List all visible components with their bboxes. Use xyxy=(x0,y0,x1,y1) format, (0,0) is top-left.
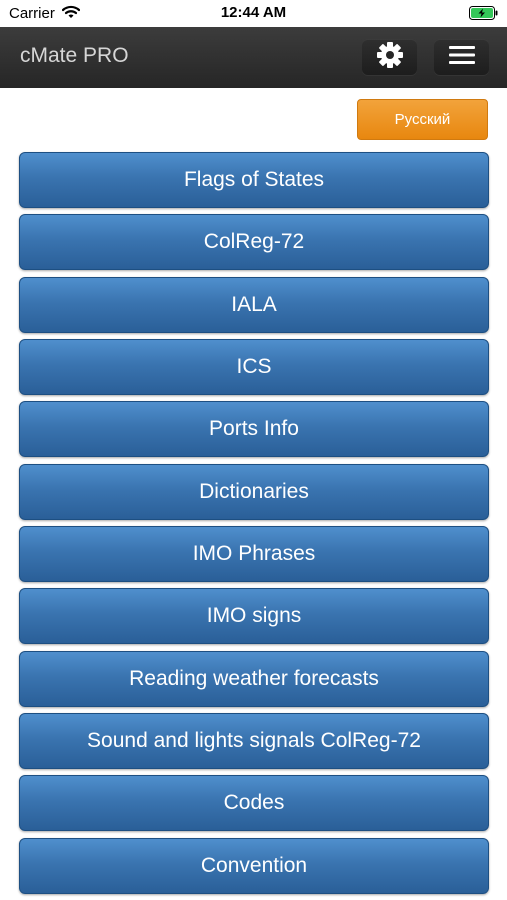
menu-item-imo-signs[interactable]: IMO signs xyxy=(19,588,489,644)
hamburger-menu-icon xyxy=(448,44,476,71)
menu-item-flags-of-states[interactable]: Flags of States xyxy=(19,152,489,208)
app-title: cMate PRO xyxy=(20,44,129,67)
clock: 12:44 AM xyxy=(220,4,287,21)
menu-item-ics[interactable]: ICS xyxy=(19,339,489,395)
settings-button[interactable] xyxy=(362,39,417,75)
menu-item-dictionaries[interactable]: Dictionaries xyxy=(19,464,489,520)
menu-item-iala[interactable]: IALA xyxy=(19,277,489,333)
menu-button[interactable] xyxy=(434,39,489,75)
navigation-bar: cMate PRO xyxy=(0,27,507,88)
menu-item-imo-phrases[interactable]: IMO Phrases xyxy=(19,526,489,582)
menu-item-convention[interactable]: Convention xyxy=(19,838,489,894)
language-russian-button[interactable]: Русский xyxy=(357,99,488,140)
menu-item-sound-and-lights-signals[interactable]: Sound and lights signals ColReg-72 xyxy=(19,713,489,769)
status-bar: Carrier 12:44 AM xyxy=(0,0,507,27)
battery-charging-icon xyxy=(469,6,499,25)
menu-item-codes[interactable]: Codes xyxy=(19,775,489,831)
menu-item-colreg-72[interactable]: ColReg-72 xyxy=(19,214,489,270)
menu-item-reading-weather-forecasts[interactable]: Reading weather forecasts xyxy=(19,651,489,707)
gear-icon xyxy=(376,41,404,74)
menu-item-ports-info[interactable]: Ports Info xyxy=(19,401,489,457)
